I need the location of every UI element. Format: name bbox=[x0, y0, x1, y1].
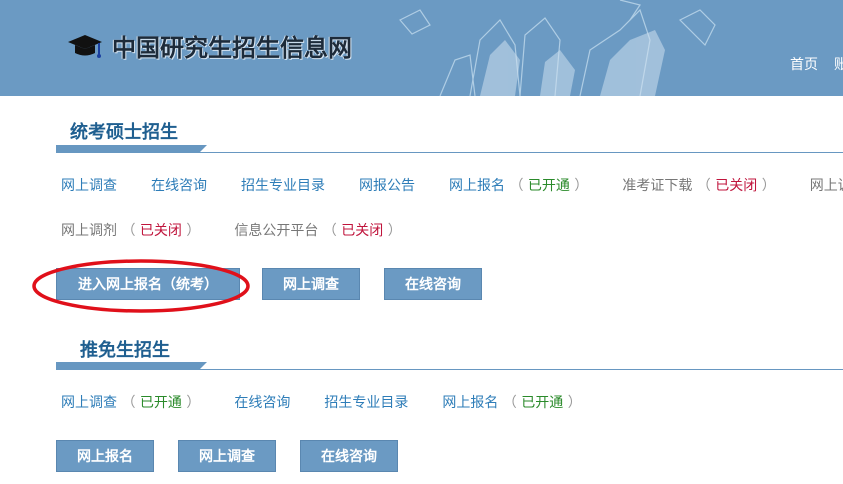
status-closed: 已关闭 bbox=[715, 178, 758, 194]
link-survey[interactable]: 网上调查 bbox=[61, 175, 117, 195]
link-adjustment-partial[interactable]: 网上调剂 bbox=[810, 175, 843, 195]
link-admission-ticket[interactable]: 准考证下载 （ 已关闭 ） bbox=[622, 175, 775, 195]
section-title: 统考硕士招生 bbox=[70, 122, 178, 143]
red-highlight-circle bbox=[32, 259, 250, 313]
section-divider bbox=[56, 369, 843, 370]
online-survey-button[interactable]: 网上调查 bbox=[262, 268, 360, 300]
link-survey[interactable]: 网上调查 （ 已开通 ） bbox=[61, 392, 200, 412]
link-major-catalog[interactable]: 招生专业目录 bbox=[241, 175, 325, 195]
link-consult[interactable]: 在线咨询 bbox=[234, 392, 290, 412]
status-open: 已开通 bbox=[139, 395, 182, 411]
link-online-register[interactable]: 网上报名 （ 已开通 ） bbox=[449, 175, 588, 195]
link-online-register[interactable]: 网上报名 （ 已开通 ） bbox=[442, 392, 581, 412]
tuimian-register-button[interactable]: 网上报名 bbox=[56, 440, 154, 472]
status-closed: 已关闭 bbox=[139, 223, 182, 239]
link-consult[interactable]: 在线咨询 bbox=[151, 175, 207, 195]
section-title: 推免生招生 bbox=[80, 340, 170, 361]
site-logo[interactable]: 中国研究生招生信息网 bbox=[66, 28, 352, 63]
link-info-platform[interactable]: 信息公开平台 （ 已关闭 ） bbox=[234, 220, 401, 240]
site-header: 中国研究生招生信息网 首页账 bbox=[0, 0, 843, 96]
tuimian-links-row: 网上调查 （ 已开通 ） 在线咨询 招生专业目录 网上报名 （ 已开通 ） bbox=[61, 392, 616, 412]
status-closed: 已关闭 bbox=[341, 223, 384, 239]
tuimian-consult-button[interactable]: 在线咨询 bbox=[300, 440, 398, 472]
section-divider bbox=[56, 152, 843, 153]
status-open: 已开通 bbox=[527, 178, 570, 194]
tongkao-section-header: 统考硕士招生 bbox=[56, 118, 843, 156]
tuimian-survey-button[interactable]: 网上调查 bbox=[178, 440, 276, 472]
link-adjustment[interactable]: 网上调剂 （ 已关闭 ） bbox=[61, 220, 200, 240]
tuimian-section-header: 推免生招生 bbox=[56, 336, 843, 374]
graduation-cap-icon bbox=[68, 34, 102, 58]
tongkao-links-row-1: 网上调查 在线咨询 招生专业目录 网报公告 网上报名 （ 已开通 ） 准考证下载 （ 已关… bbox=[61, 175, 843, 195]
online-consult-button[interactable]: 在线咨询 bbox=[384, 268, 482, 300]
top-nav: 首页账 bbox=[790, 54, 843, 74]
site-title: 中国研究生招生信息网 bbox=[112, 34, 352, 62]
nav-home[interactable]: 首页 bbox=[790, 57, 818, 73]
nav-account[interactable]: 账 bbox=[834, 57, 843, 73]
tongkao-links-row-2: 网上调剂 （ 已关闭 ） 信息公开平台 （ 已关闭 ） bbox=[61, 220, 436, 240]
link-major-catalog[interactable]: 招生专业目录 bbox=[324, 392, 408, 412]
link-announcement[interactable]: 网报公告 bbox=[359, 175, 415, 195]
status-open: 已开通 bbox=[521, 395, 564, 411]
